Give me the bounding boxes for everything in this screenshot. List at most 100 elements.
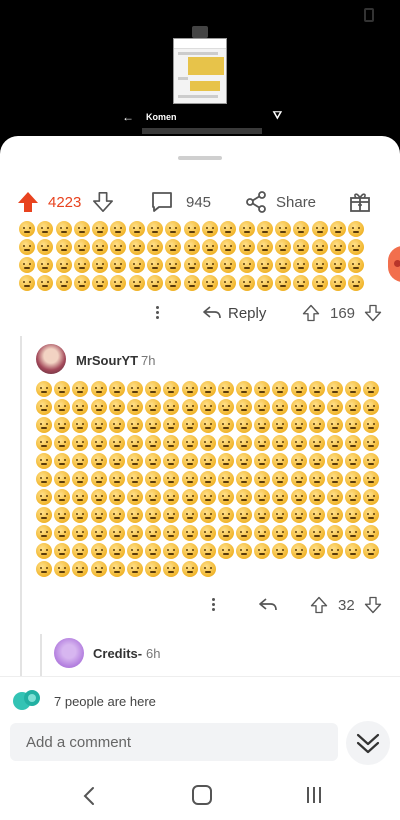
emoji-smiley: [311, 257, 328, 273]
top-comment-vote-count: 169: [330, 305, 356, 322]
emoji-smiley: [37, 239, 54, 255]
emoji-smiley: [236, 525, 253, 541]
emoji-smiley: [363, 525, 380, 541]
share-button[interactable]: Share: [276, 194, 316, 211]
emoji-smiley: [90, 507, 107, 523]
emoji-smiley: [290, 399, 307, 415]
emoji-smiley: [308, 507, 325, 523]
emoji-smiley: [308, 525, 325, 541]
emoji-smiley: [92, 257, 109, 273]
emoji-smiley: [54, 561, 71, 577]
reply-comment-vote-count: 32: [338, 597, 355, 614]
emoji-smiley: [54, 507, 71, 523]
emoji-smiley: [163, 507, 180, 523]
emoji-smiley: [126, 489, 143, 505]
floating-nav-tab[interactable]: [388, 246, 400, 282]
emoji-smiley: [293, 239, 310, 255]
emoji-smiley: [254, 417, 271, 433]
emoji-smiley: [126, 543, 143, 559]
downvote-icon[interactable]: [364, 595, 382, 615]
upvote-count: 4223: [48, 194, 82, 211]
emoji-smiley: [36, 435, 52, 451]
comment-bubble-icon[interactable]: [150, 190, 174, 214]
reply-arrow-icon[interactable]: [258, 596, 278, 614]
composer-area: 7 people are here: [0, 676, 400, 820]
emoji-smiley: [163, 489, 180, 505]
emoji-smiley: [238, 275, 255, 291]
emoji-smiley: [110, 239, 127, 255]
collapse-button[interactable]: [346, 721, 390, 765]
nav-recents-icon[interactable]: [304, 785, 324, 805]
downvote-icon[interactable]: [364, 303, 382, 323]
emoji-smiley: [165, 257, 182, 273]
emoji-smiley: [217, 453, 234, 469]
upvote-icon[interactable]: [302, 303, 320, 323]
emoji-smiley: [37, 275, 54, 291]
emoji-smiley: [128, 239, 145, 255]
emoji-smiley: [54, 417, 71, 433]
emoji-smiley: [126, 453, 143, 469]
emoji-smiley: [220, 239, 237, 255]
emoji-smiley: [199, 381, 216, 397]
emoji-smiley: [327, 381, 343, 397]
award-gift-icon[interactable]: [348, 190, 372, 214]
more-options-icon[interactable]: [210, 596, 216, 614]
emoji-smiley: [345, 399, 362, 415]
nav-back-icon[interactable]: [80, 785, 100, 807]
emoji-smiley: [108, 561, 125, 577]
reply-button[interactable]: Reply: [228, 305, 266, 322]
comment-username[interactable]: Credits-: [93, 646, 142, 661]
emoji-smiley: [108, 453, 125, 469]
emoji-smiley: [327, 525, 343, 541]
emoji-smiley: [145, 543, 162, 559]
post-preview-thumbnail[interactable]: [173, 38, 227, 104]
emoji-smiley: [236, 381, 253, 397]
emoji-smiley: [54, 453, 71, 469]
presence-text: 7 people are here: [54, 694, 156, 709]
emoji-smiley: [108, 417, 125, 433]
emoji-smiley: [254, 471, 271, 487]
avatar[interactable]: [36, 344, 66, 374]
share-icon[interactable]: [244, 190, 268, 214]
emoji-smiley: [145, 471, 162, 487]
emoji-smiley: [327, 417, 343, 433]
emoji-smiley: [330, 221, 347, 237]
emoji-smiley: [55, 257, 72, 273]
emoji-smiley: [199, 399, 216, 415]
emoji-smiley: [345, 543, 362, 559]
back-arrow-icon[interactable]: ←: [122, 110, 146, 124]
nav-home-icon[interactable]: [192, 785, 212, 805]
comment-input[interactable]: [10, 723, 338, 761]
emoji-smiley: [236, 543, 253, 559]
emoji-smiley: [165, 221, 182, 237]
emoji-smiley: [308, 381, 325, 397]
emoji-smiley: [201, 221, 218, 237]
emoji-smiley: [363, 543, 380, 559]
emoji-smiley: [363, 381, 380, 397]
emoji-smiley: [147, 239, 164, 255]
emoji-smiley: [345, 507, 362, 523]
emoji-smiley: [290, 417, 307, 433]
filter-icon[interactable]: ⛛: [273, 110, 282, 123]
emoji-smiley: [181, 561, 198, 577]
avatar[interactable]: [54, 638, 84, 668]
reply-arrow-icon[interactable]: [202, 304, 222, 322]
emoji-smiley: [272, 453, 289, 469]
emoji-smiley: [37, 257, 54, 273]
emoji-smiley: [92, 275, 109, 291]
emoji-smiley: [272, 543, 289, 559]
downvote-icon[interactable]: [92, 190, 114, 214]
emoji-smiley: [72, 471, 89, 487]
emoji-smiley: [108, 543, 125, 559]
upvote-icon[interactable]: [310, 595, 328, 615]
comment-username[interactable]: MrSourYT: [76, 353, 138, 368]
emoji-smiley: [272, 417, 289, 433]
drag-handle[interactable]: [178, 156, 222, 160]
emoji-smiley: [363, 417, 380, 433]
emoji-smiley: [145, 525, 162, 541]
emoji-smiley: [110, 275, 127, 291]
emoji-smiley: [165, 239, 182, 255]
more-options-icon[interactable]: [154, 304, 160, 322]
emoji-smiley: [199, 507, 216, 523]
upvote-filled-icon[interactable]: [16, 190, 40, 214]
